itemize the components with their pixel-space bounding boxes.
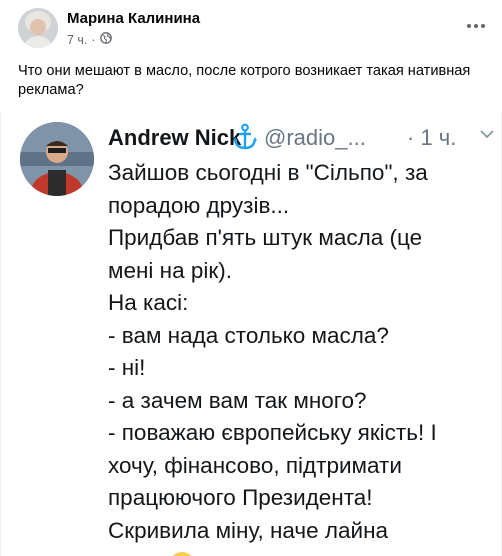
- tweet-time: · 1 ч.: [407, 125, 457, 150]
- tweet-screenshot: Andrew Nick @radio_... · 1 ч. Зайшов сьо…: [1, 112, 501, 556]
- post-image[interactable]: Andrew Nick @radio_... · 1 ч. Зайшов сьо…: [0, 112, 502, 556]
- author-avatar[interactable]: [18, 8, 58, 48]
- tweet-line: хочу, фінансово, підтримати: [108, 452, 402, 478]
- tweet-handle: @radio_...: [264, 125, 366, 150]
- post-meta: 7 ч. ·: [67, 32, 112, 47]
- globe-icon: [99, 32, 112, 47]
- tweet-line: - а зачем вам так много?: [108, 387, 367, 413]
- tweet-line: працюючого Президента!: [108, 485, 373, 510]
- more-options-icon[interactable]: [458, 10, 494, 42]
- tweet-line: На касі:: [108, 290, 189, 315]
- chevron-down-icon: [480, 130, 494, 139]
- tweet-avatar: [20, 122, 94, 196]
- tweet-line: Придбав п'ять штук масла (це: [108, 225, 423, 250]
- tweet-line: мені на рік).: [108, 257, 232, 283]
- tweet-line: - вам нада столько масла?: [108, 322, 389, 348]
- tweet-author-name: Andrew Nick: [108, 125, 242, 150]
- anchor-icon: [233, 123, 257, 150]
- tweet-line: - ні!: [108, 355, 146, 380]
- emoji-icon: [169, 552, 195, 556]
- tweet-line: порадою друзів...: [108, 192, 290, 218]
- more-dot: [474, 24, 478, 28]
- meta-separator: ·: [91, 32, 96, 47]
- more-dot: [481, 24, 485, 28]
- post-header: Марина Калинина 7 ч. ·: [0, 0, 502, 56]
- tweet-line: Зайшов сьогодні в "Сільпо", за: [108, 160, 428, 185]
- post-time[interactable]: 7 ч.: [67, 33, 87, 47]
- tweet-body: Зайшов сьогодні в "Сільпо", за порадою д…: [108, 157, 498, 547]
- tweet-line: - поважаю європейську якість! І: [108, 420, 437, 445]
- tweet-line: Скривила міну, наче лайна: [108, 517, 389, 543]
- author-name[interactable]: Марина Калинина: [67, 10, 200, 27]
- more-dot: [467, 24, 471, 28]
- post-text: Что они мешают в масло, после котрого во…: [18, 63, 471, 98]
